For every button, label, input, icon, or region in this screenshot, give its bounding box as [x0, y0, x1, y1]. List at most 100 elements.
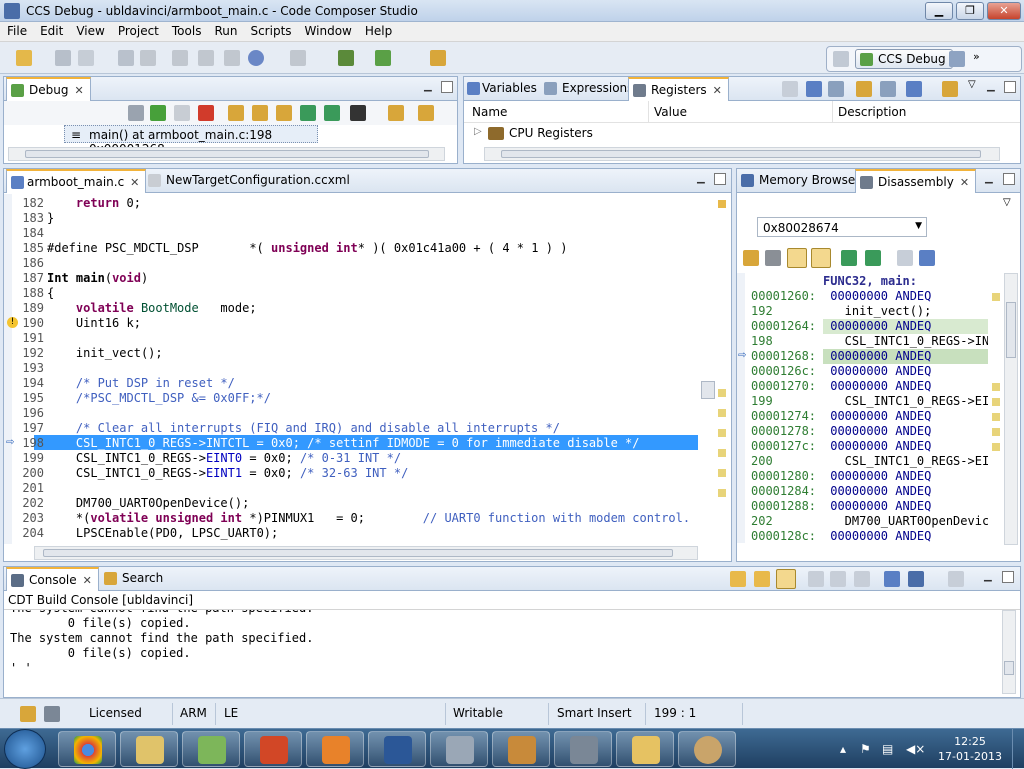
- scroll-up-icon[interactable]: [754, 571, 770, 587]
- save-icon[interactable]: [55, 50, 71, 66]
- tray-flag-icon[interactable]: ⚑: [860, 742, 871, 756]
- open-console-icon[interactable]: [948, 571, 964, 587]
- tab-disassembly[interactable]: Disassembly ✕: [855, 169, 977, 193]
- col-description[interactable]: Description: [838, 105, 906, 119]
- disasm-vscroll[interactable]: [1004, 273, 1018, 545]
- refresh-icon[interactable]: [942, 81, 958, 97]
- minimize-icon[interactable]: ▁: [985, 173, 997, 185]
- col-value[interactable]: Value: [654, 105, 687, 119]
- format-icon[interactable]: [880, 81, 896, 97]
- taskbar-paint[interactable]: [678, 731, 736, 767]
- taskbar-hxd[interactable]: [492, 731, 550, 767]
- step-over-icon[interactable]: [252, 105, 268, 121]
- stack-frame-row[interactable]: ≡ main() at armboot_main.c:198 0x0000126…: [64, 125, 318, 156]
- tab-search[interactable]: Search: [100, 567, 169, 591]
- pin-icon[interactable]: [919, 250, 935, 266]
- step-return-icon[interactable]: [276, 105, 292, 121]
- home-icon[interactable]: [765, 250, 781, 266]
- link-icon[interactable]: [140, 50, 156, 66]
- step-into-icon[interactable]: [228, 105, 244, 121]
- address-combo[interactable]: 0x80028674 ▼: [757, 217, 927, 237]
- remove-terminated-icon[interactable]: [128, 105, 144, 121]
- menu-window[interactable]: Window: [298, 22, 358, 38]
- bug-icon[interactable]: [375, 50, 391, 66]
- menu-project[interactable]: Project: [111, 22, 165, 38]
- tab-memory-browser[interactable]: Memory Browser: [737, 169, 866, 193]
- registers-hscroll[interactable]: [484, 147, 1000, 161]
- new-view-icon[interactable]: [897, 250, 913, 266]
- menu-edit[interactable]: Edit: [33, 22, 69, 38]
- maximize-icon[interactable]: [1002, 571, 1014, 583]
- debug-hscroll[interactable]: [8, 147, 445, 161]
- tab-variables[interactable]: Variables: [464, 77, 543, 101]
- resume-icon[interactable]: [150, 105, 166, 121]
- collapse-icon[interactable]: [782, 81, 798, 97]
- globe-icon[interactable]: [248, 50, 264, 66]
- tab-target-config[interactable]: NewTargetConfiguration.ccxml: [144, 169, 356, 193]
- close-icon[interactable]: ✕: [960, 176, 969, 189]
- perspective-overflow[interactable]: »: [973, 50, 980, 63]
- expand-arrow-icon[interactable]: ▷: [474, 126, 482, 137]
- minimize-icon[interactable]: ▁: [984, 571, 996, 583]
- console-vscroll[interactable]: [1002, 610, 1016, 694]
- close-button[interactable]: ✕: [987, 2, 1021, 20]
- tray-volume-icon[interactable]: ◀×: [906, 742, 925, 756]
- asm-step-icon[interactable]: [841, 250, 857, 266]
- close-icon[interactable]: ✕: [130, 176, 139, 189]
- scroll-down-icon[interactable]: [730, 571, 746, 587]
- taskbar-word[interactable]: [368, 731, 426, 767]
- terminate-icon[interactable]: [198, 105, 214, 121]
- restart-icon[interactable]: [388, 105, 404, 121]
- target-icon[interactable]: [224, 50, 240, 66]
- license-icon[interactable]: [44, 706, 60, 722]
- taskbar-powerpoint[interactable]: [244, 731, 302, 767]
- minimize-icon[interactable]: ▁: [697, 173, 709, 185]
- editor-vscroll-thumb[interactable]: [701, 381, 715, 399]
- view-menu-icon[interactable]: ▽: [968, 79, 976, 90]
- pin-icon[interactable]: [884, 571, 900, 587]
- debug-config-icon[interactable]: [172, 50, 188, 66]
- close-icon[interactable]: ✕: [83, 574, 92, 587]
- minimize-button[interactable]: ▁: [925, 2, 953, 20]
- reset-icon[interactable]: [350, 105, 366, 121]
- copy-icon[interactable]: [808, 571, 824, 587]
- layout-icon[interactable]: [806, 81, 822, 97]
- asm-step-over-icon[interactable]: [324, 105, 340, 121]
- graph-icon[interactable]: [338, 50, 354, 66]
- new-icon[interactable]: [16, 50, 32, 66]
- fast-view-icon[interactable]: [20, 706, 36, 722]
- menu-file[interactable]: File: [0, 22, 33, 38]
- asm-step-icon[interactable]: [300, 105, 316, 121]
- menu-view[interactable]: View: [69, 22, 110, 38]
- taskbar-virtualbox[interactable]: [430, 731, 488, 767]
- maximize-icon[interactable]: [1003, 173, 1015, 185]
- clear-icon[interactable]: [854, 571, 870, 587]
- menu-run[interactable]: Run: [207, 22, 243, 38]
- start-button[interactable]: [4, 729, 46, 769]
- col-name[interactable]: Name: [472, 105, 507, 119]
- asm-step-over-icon[interactable]: [865, 250, 881, 266]
- tab-registers[interactable]: Registers ✕: [628, 77, 729, 101]
- close-icon[interactable]: ✕: [713, 84, 722, 97]
- show-source-icon[interactable]: [811, 248, 831, 268]
- connect-icon[interactable]: [198, 50, 214, 66]
- taskbar-notes[interactable]: [182, 731, 240, 767]
- menu-scripts[interactable]: Scripts: [243, 22, 297, 38]
- open-perspective-icon[interactable]: [833, 51, 849, 67]
- scroll-lock-icon[interactable]: [776, 569, 796, 589]
- build-icon[interactable]: [118, 50, 134, 66]
- refresh-icon[interactable]: [418, 105, 434, 121]
- tab-console[interactable]: Console ✕: [6, 567, 99, 591]
- show-desktop-button[interactable]: [1012, 729, 1024, 769]
- refresh-icon[interactable]: [743, 250, 759, 266]
- display-console-icon[interactable]: [908, 571, 924, 587]
- chevron-down-icon[interactable]: ▼: [915, 221, 922, 231]
- maximize-icon[interactable]: [714, 173, 726, 185]
- clock[interactable]: 12:25 17-01-2013: [935, 734, 1005, 764]
- tools-icon[interactable]: [430, 50, 446, 66]
- tab-debug[interactable]: Debug ✕: [6, 77, 91, 101]
- minimize-icon[interactable]: ▁: [424, 81, 436, 93]
- suspend-icon[interactable]: [174, 105, 190, 121]
- link-source-icon[interactable]: [787, 248, 807, 268]
- tray-network-icon[interactable]: ▤: [882, 742, 893, 756]
